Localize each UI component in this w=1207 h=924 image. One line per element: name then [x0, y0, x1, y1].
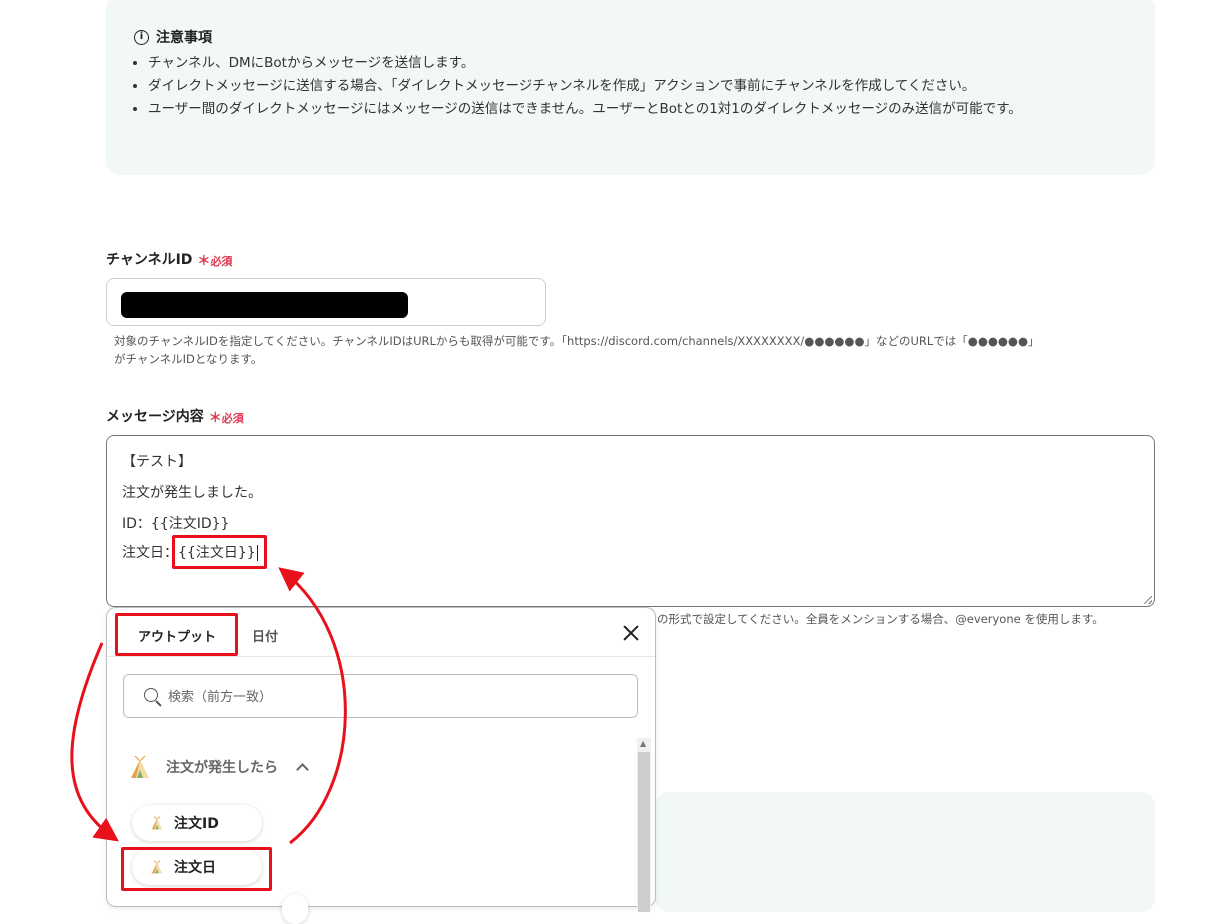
tab-output[interactable]: アウトプット: [138, 626, 216, 645]
output-item-order-id[interactable]: 注文ID: [132, 805, 262, 841]
resize-handle[interactable]: [1144, 596, 1152, 604]
group-header[interactable]: 注文が発生したら: [128, 754, 309, 780]
message-line: 注文日：{{注文日}}: [122, 545, 258, 561]
scroll-up-arrow-icon[interactable]: ▲: [640, 740, 646, 748]
search-input[interactable]: [166, 685, 610, 709]
item-label: 注文ID: [174, 816, 219, 832]
item-label: 注文日: [174, 860, 216, 876]
text-cursor: [256, 545, 258, 561]
tab-date[interactable]: 日付: [252, 626, 278, 645]
tab-divider: [107, 656, 655, 657]
channel-id-label: チャンネルID ＊必須: [106, 249, 232, 269]
notice-item: ユーザー間のダイレクトメッセージにはメッセージの送信はできません。ユーザーとBo…: [148, 98, 1138, 121]
output-item-order-date[interactable]: 注文日: [132, 849, 262, 885]
info-icon: i: [134, 29, 149, 45]
notice-title: 注意事項: [156, 30, 212, 46]
search-icon: [144, 688, 158, 702]
message-line: 注文が発生しました。: [122, 485, 262, 501]
channel-id-help: 対象のチャンネルIDを指定してください。チャンネルIDはURLからも取得が可能で…: [114, 334, 1040, 366]
background-panel: [655, 792, 1155, 912]
notice-list: チャンネル、DMにBotからメッセージを送信します。 ダイレクトメッセージに送信…: [130, 52, 1138, 121]
search-field[interactable]: [123, 674, 638, 718]
message-line: 【テスト】: [122, 454, 192, 470]
scroll-thumb[interactable]: [638, 752, 650, 912]
required-badge: ＊必須: [208, 410, 244, 426]
group-label: 注文が発生したら: [166, 760, 278, 776]
required-badge: ＊必須: [197, 253, 233, 269]
tent-icon: [151, 816, 163, 830]
output-item-partial[interactable]: [282, 894, 308, 924]
inserted-token: {{注文日}}: [178, 545, 256, 561]
notice-item: チャンネル、DMにBotからメッセージを送信します。: [148, 52, 1138, 75]
notice-item: ダイレクトメッセージに送信する場合、「ダイレクトメッセージチャンネルを作成」アク…: [148, 75, 1138, 98]
notice-heading: i 注意事項: [134, 27, 212, 47]
message-line: ID：{{注文ID}}: [122, 516, 230, 532]
variable-picker-popup: アウトプット 日付 注文が発生したら 注文ID: [106, 607, 656, 924]
tent-icon: [131, 755, 149, 778]
chevron-up-icon[interactable]: [296, 762, 309, 776]
redacted-value: [121, 292, 408, 318]
notice-box: i 注意事項 チャンネル、DMにBotからメッセージを送信します。 ダイレクトメ…: [106, 0, 1155, 175]
message-content-textarea[interactable]: 【テスト】 注文が発生しました。 ID：{{注文ID}} 注文日：{{注文日}}: [106, 435, 1155, 607]
close-icon[interactable]: [620, 622, 642, 644]
message-help: の形式で設定してください。全員をメンションする場合、@everyone を使用し…: [657, 612, 1104, 626]
tent-icon: [151, 860, 163, 874]
scrollbar[interactable]: ▲: [637, 738, 651, 912]
channel-id-input[interactable]: [106, 278, 546, 326]
message-content-label: メッセージ内容 ＊必須: [106, 406, 244, 426]
